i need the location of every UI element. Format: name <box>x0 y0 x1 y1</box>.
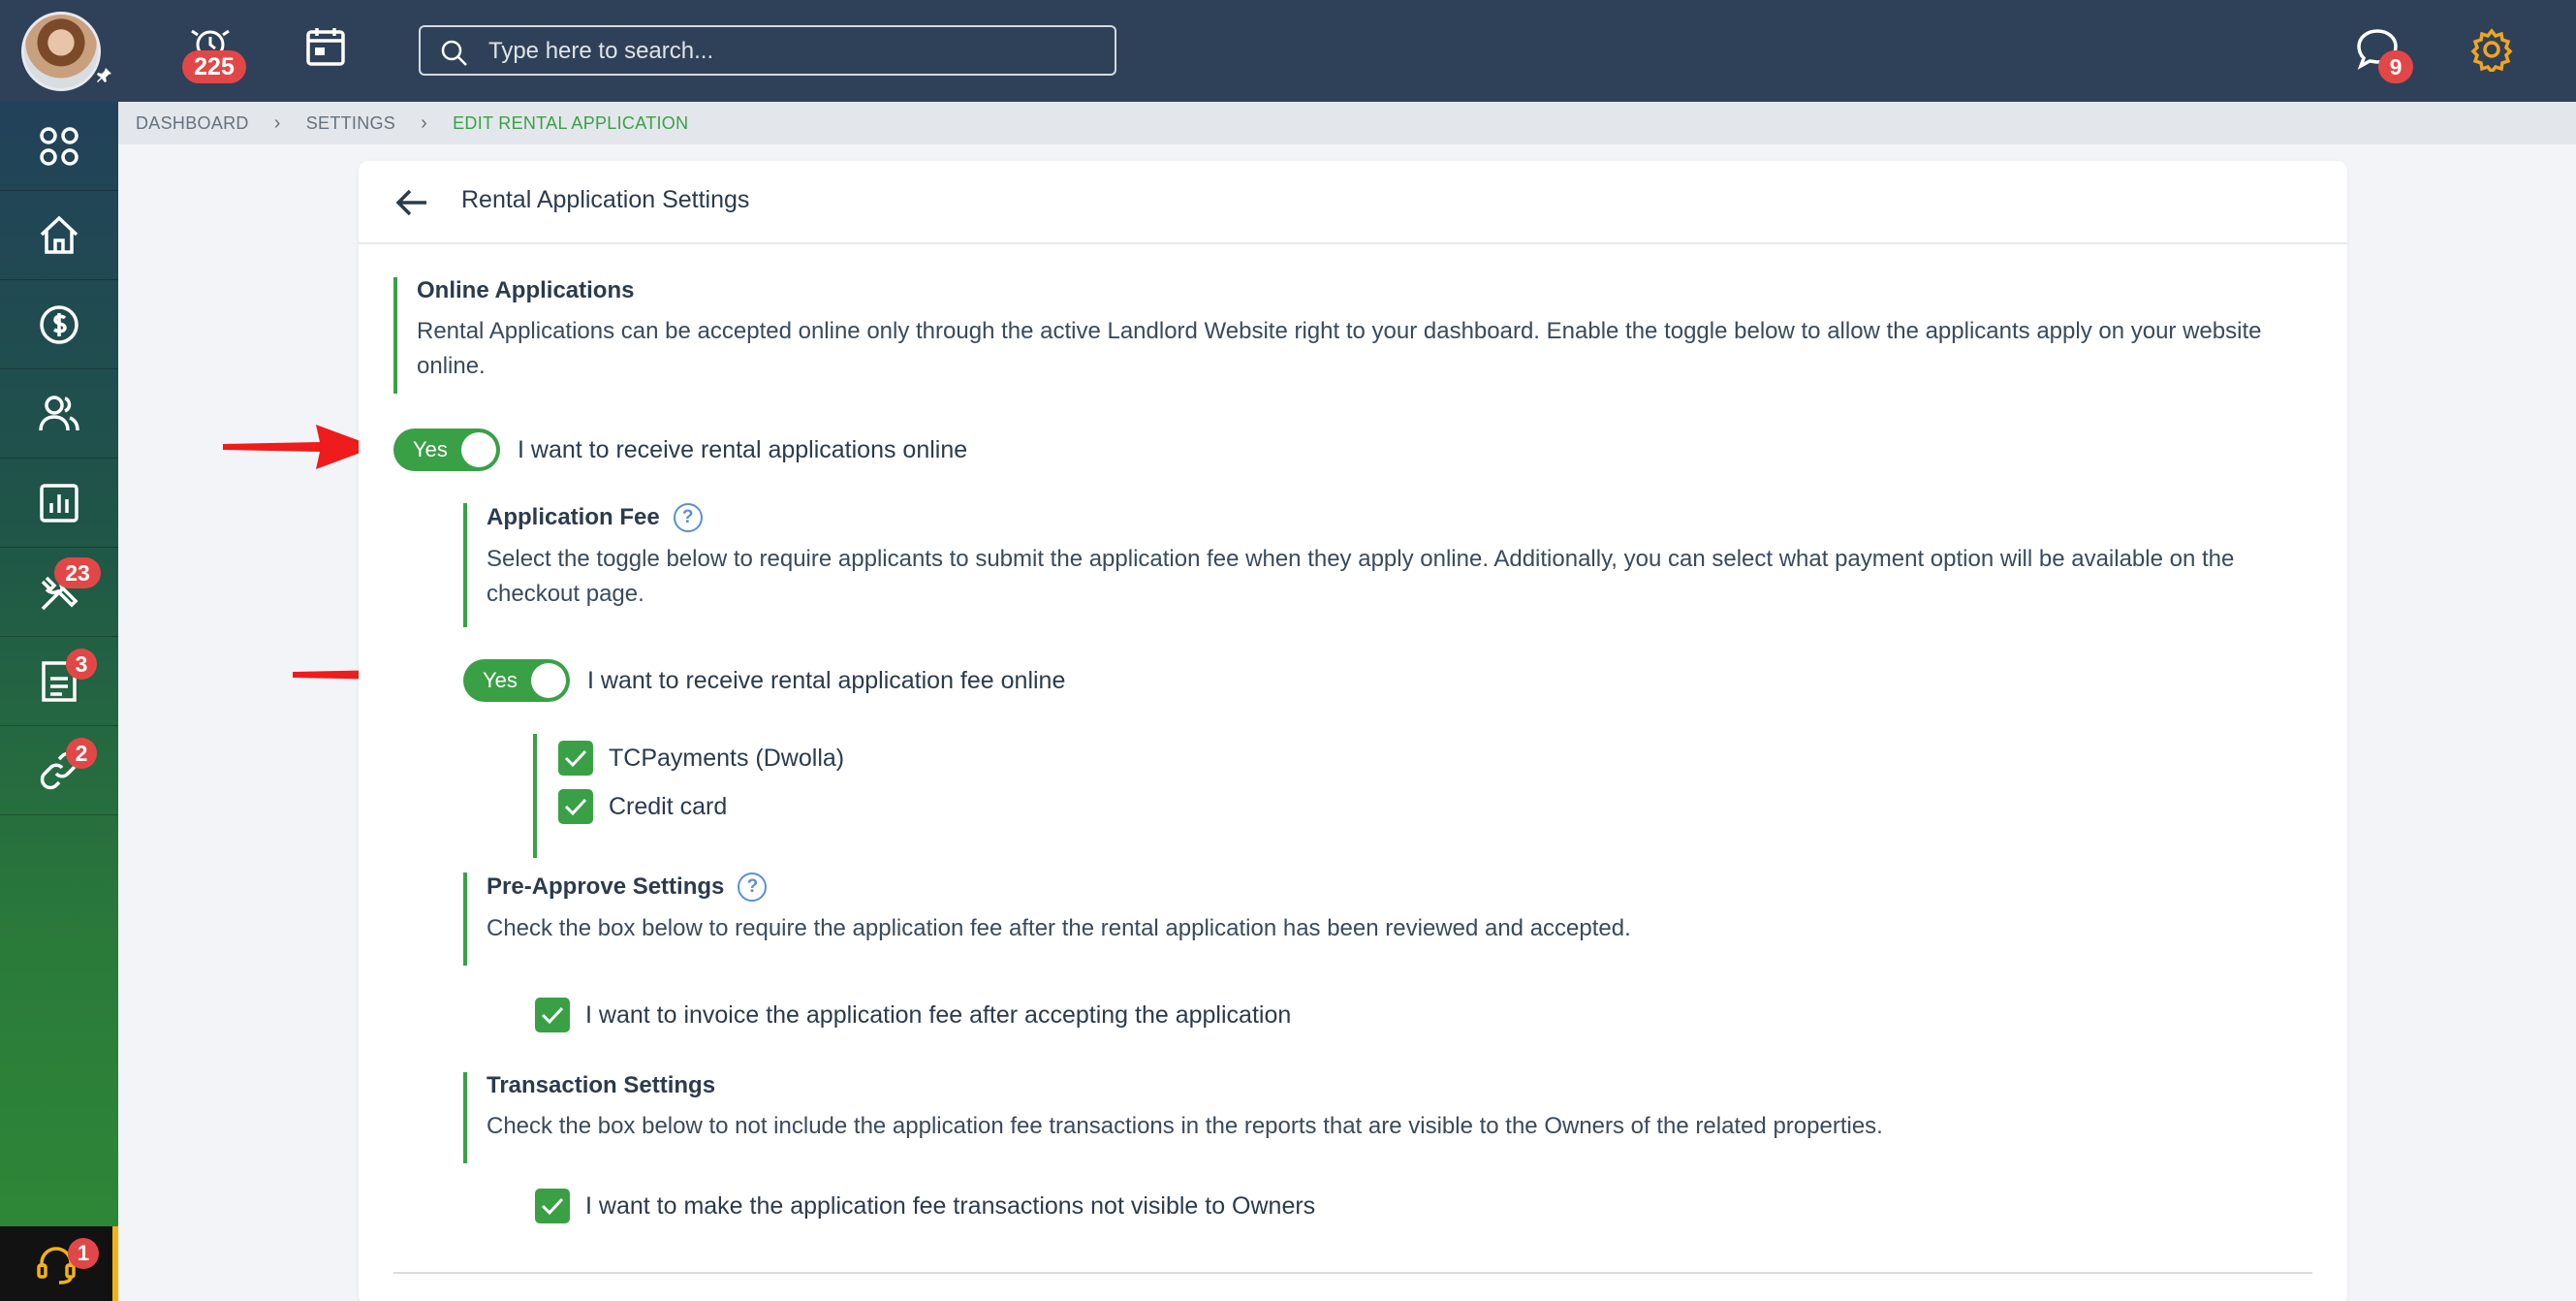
messages-badge: 9 <box>2378 50 2413 83</box>
section-description: Check the box below to require the appli… <box>487 915 1631 941</box>
sidebar-item-finance[interactable] <box>0 280 118 369</box>
application-fee-toggle[interactable]: Yes <box>463 659 570 702</box>
documents-badge: 3 <box>66 649 97 680</box>
checkbox-label: I want to invoice the application fee af… <box>585 1000 1292 1029</box>
application-fee-section: Application Fee ? Select the toggle belo… <box>463 503 2295 627</box>
breadcrumb-settings[interactable]: SETTINGS <box>306 113 395 134</box>
section-title-text: Pre-Approve Settings <box>487 873 725 900</box>
toggle-description: I want to receive rental application fee… <box>587 666 1066 694</box>
support-button[interactable]: 1 <box>0 1226 118 1301</box>
support-badge: 1 <box>68 1238 99 1269</box>
calendar-icon[interactable] <box>304 25 347 68</box>
chart-icon <box>40 483 79 523</box>
sidebar-item-maintenance[interactable]: 23 <box>0 548 118 637</box>
sidebar-item-home[interactable] <box>0 191 118 280</box>
notifications-badge: 225 <box>182 50 246 83</box>
card-header: Rental Application Settings <box>359 161 2347 244</box>
gear-icon[interactable] <box>2469 27 2514 72</box>
sidebar-item-links[interactable]: 2 <box>0 726 118 815</box>
checkmark-icon <box>564 798 587 816</box>
section-title: Pre-Approve Settings ? <box>487 873 2295 902</box>
checkmark-icon <box>541 1197 564 1216</box>
settings-card: Rental Application Settings Online Appli… <box>359 161 2347 1301</box>
breadcrumb-current: EDIT RENTAL APPLICATION <box>453 112 689 133</box>
toggle-label: Yes <box>413 437 448 461</box>
sidebar-item-documents[interactable]: 3 <box>0 637 118 726</box>
toggle-label: Yes <box>483 668 518 692</box>
online-applications-toggle[interactable]: Yes <box>393 428 500 471</box>
maintenance-badge: 23 <box>54 557 101 588</box>
checkmark-icon <box>541 1006 564 1025</box>
section-title: Online Applications <box>417 277 635 303</box>
section-title: Application Fee ? <box>487 503 2295 532</box>
toggle-description: I want to receive rental applications on… <box>518 435 968 463</box>
page-title: Rental Application Settings <box>461 186 750 213</box>
top-bar: 225 9 <box>0 0 2576 102</box>
back-arrow-icon[interactable] <box>395 188 428 217</box>
checkbox-label: I want to make the application fee trans… <box>585 1191 1316 1220</box>
sidebar-item-people[interactable] <box>0 369 118 459</box>
help-icon[interactable]: ? <box>673 503 703 532</box>
breadcrumb: DASHBOARD › SETTINGS › EDIT RENTAL APPLI… <box>118 102 2576 144</box>
transaction-checkbox-row: I want to make the application fee trans… <box>535 1189 1315 1223</box>
checkbox-label: TCPayments (Dwolla) <box>609 744 845 772</box>
home-icon <box>40 215 79 254</box>
credit-card-checkbox[interactable] <box>558 789 593 824</box>
application-fee-toggle-row: Yes I want to receive rental application… <box>463 659 1065 702</box>
search-input[interactable] <box>488 35 1089 68</box>
annotation-arrow-icon <box>223 425 376 469</box>
section-title: Transaction Settings <box>487 1072 716 1098</box>
search-icon <box>441 40 467 66</box>
payment-options-group <box>533 734 537 858</box>
chevron-right-icon: › <box>421 111 428 134</box>
toggle-knob <box>531 663 566 698</box>
dollar-icon <box>40 304 79 344</box>
breadcrumb-dashboard[interactable]: DASHBOARD <box>136 113 249 134</box>
toggle-knob <box>461 432 496 467</box>
checkbox-label: Credit card <box>609 792 728 820</box>
help-icon[interactable]: ? <box>738 873 768 902</box>
pin-icon <box>93 66 114 87</box>
checkmark-icon <box>564 749 587 768</box>
hide-from-owners-checkbox[interactable] <box>535 1189 570 1223</box>
search-box[interactable] <box>419 25 1116 76</box>
sidebar-item-reports[interactable] <box>0 459 118 548</box>
online-applications-section: Online Applications Rental Applications … <box>393 277 2293 394</box>
payment-option-row: Credit card <box>558 789 727 824</box>
transaction-settings-section: Transaction Settings Check the box below… <box>463 1072 2295 1163</box>
links-badge: 2 <box>66 738 97 769</box>
sidebar: 23 3 2 <box>0 102 118 1301</box>
section-description: Rental Applications can be accepted onli… <box>417 318 2262 379</box>
invoice-after-accept-checkbox[interactable] <box>535 998 570 1032</box>
section-title-text: Application Fee <box>487 504 660 530</box>
section-description: Select the toggle below to require appli… <box>487 546 2235 607</box>
payment-option-row: TCPayments (Dwolla) <box>558 741 844 776</box>
sidebar-item-apps[interactable] <box>0 102 118 191</box>
user-avatar[interactable] <box>21 12 101 91</box>
chevron-right-icon: › <box>273 111 281 134</box>
divider <box>393 1272 2312 1274</box>
pre-approve-checkbox-row: I want to invoice the application fee af… <box>535 998 1291 1032</box>
tcpayments-checkbox[interactable] <box>558 741 593 776</box>
people-icon <box>39 395 79 430</box>
section-description: Check the box below to not include the a… <box>487 1113 1883 1139</box>
pre-approve-section: Pre-Approve Settings ? Check the box bel… <box>463 873 2295 966</box>
online-applications-toggle-row: Yes I want to receive rental application… <box>393 428 967 471</box>
apps-icon <box>40 126 79 166</box>
